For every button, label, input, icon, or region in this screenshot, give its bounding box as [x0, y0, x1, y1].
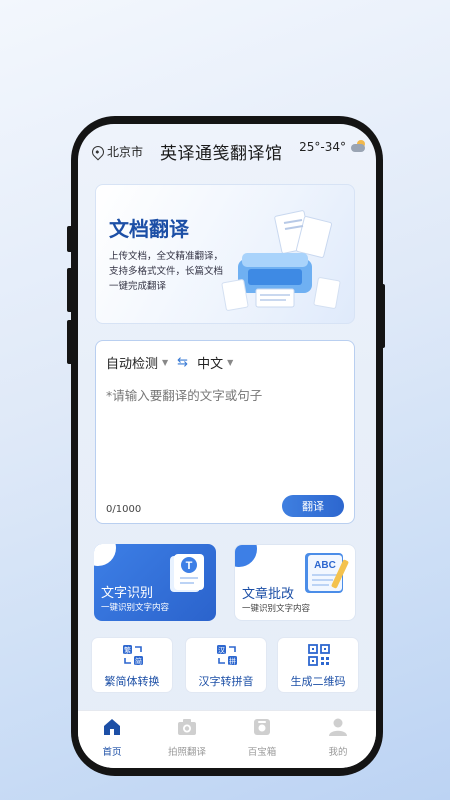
temperature-range: 25°-34° [299, 140, 346, 154]
document-translate-banner[interactable]: 文档翻译 上传文档，全文精准翻译， 支持多格式文件，长篇文档 一键完成翻译 [95, 184, 355, 324]
bottom-tab-bar: 首页 拍照翻译 百宝箱 我的 [78, 710, 376, 768]
tab-label: 百宝箱 [247, 747, 277, 758]
traditional-simplified-convert-tool[interactable]: 繁 简 繁简体转换 [91, 637, 173, 693]
svg-text:简: 简 [135, 657, 142, 666]
banner-desc-line: 一键完成翻译 [109, 281, 167, 292]
tab-label: 首页 [102, 747, 122, 758]
document-printer-illustration [221, 210, 341, 311]
tab-label: 我的 [328, 747, 348, 758]
location-selector[interactable]: 北京市 [89, 143, 144, 160]
essay-card-subtitle: 一键识别文字内容 [242, 604, 311, 614]
phone-button [67, 268, 73, 312]
svg-text:汉: 汉 [218, 647, 225, 655]
character-counter: 0/1000 [106, 504, 142, 515]
banner-desc-line: 支持多格式文件，长篇文档 [109, 266, 224, 277]
tab-label: 拍照翻译 [167, 747, 206, 758]
banner-title: 文档翻译 [109, 217, 189, 241]
svg-text:T: T [186, 560, 193, 572]
user-icon [329, 718, 347, 736]
essay-correction-card[interactable]: ABC 文章批改 一键识别文字内容 [234, 544, 356, 621]
phone-button [379, 284, 385, 348]
toolbox-icon [254, 719, 270, 735]
abc-essay-icon: ABC [305, 553, 349, 593]
svg-text:ABC: ABC [314, 560, 336, 571]
banner-description: 上传文档，全文精准翻译， 支持多格式文件，长篇文档 一键完成翻译 [109, 249, 237, 294]
tab-photo-translate[interactable]: 拍照翻译 [157, 717, 217, 758]
tool-label: 汉字转拼音 [198, 675, 254, 688]
tool-label: 繁简体转换 [104, 675, 160, 688]
decorative-blob [235, 545, 257, 567]
tab-mine[interactable]: 我的 [308, 717, 368, 758]
source-language-select[interactable]: 自动检测 [106, 353, 158, 372]
tab-toolbox[interactable]: 百宝箱 [232, 717, 292, 758]
app-title: 英译通笺翻译馆 [160, 144, 283, 164]
tool-label: 生成二维码 [290, 675, 346, 688]
swap-languages-icon[interactable]: ⇆ [177, 355, 188, 370]
ocr-card-title: 文字识别 [101, 586, 154, 601]
essay-card-title: 文章批改 [242, 587, 295, 602]
top-header: 北京市 英译通笺翻译馆 25°-34° [78, 124, 376, 178]
app-screen: 北京市 英译通笺翻译馆 25°-34° 文档翻译 上传文档，全文精准翻译， 支持… [78, 124, 376, 768]
weather-widget: 25°-34° [299, 140, 366, 154]
target-language-select[interactable]: 中文 [197, 353, 223, 372]
language-selector-row: 自动检测 ▼ ⇆ 中文 ▼ [106, 353, 233, 372]
svg-text:繁: 繁 [124, 646, 131, 655]
chevron-down-icon: ▼ [227, 358, 234, 367]
translate-button[interactable]: 翻译 [282, 495, 344, 517]
ocr-card[interactable]: T 文字识别 一键识别文字内容 [94, 544, 216, 621]
hanzi-pinyin-icon: 汉 拼 [217, 645, 237, 666]
qrcode-icon [308, 644, 330, 666]
phone-button [67, 320, 73, 364]
camera-icon [178, 719, 196, 735]
partly-cloudy-icon [350, 140, 366, 154]
traditional-simplified-icon: 繁 简 [123, 645, 143, 666]
decorative-blob [94, 544, 116, 566]
tab-home[interactable]: 首页 [82, 717, 142, 758]
location-label: 北京市 [107, 145, 144, 159]
home-icon [104, 719, 120, 735]
translate-text-input[interactable]: *请输入要翻译的文字或句子 [106, 385, 262, 404]
banner-desc-line: 上传文档，全文精准翻译， [109, 251, 224, 262]
generate-qrcode-tool[interactable]: 生成二维码 [277, 637, 359, 693]
ocr-t-icon: T [170, 554, 204, 592]
phone-button [67, 226, 73, 252]
location-pin-icon [89, 143, 107, 160]
ocr-card-subtitle: 一键识别文字内容 [101, 603, 170, 613]
hanzi-to-pinyin-tool[interactable]: 汉 拼 汉字转拼音 [185, 637, 267, 693]
svg-text:拼: 拼 [229, 657, 236, 666]
chevron-down-icon: ▼ [162, 358, 169, 367]
translate-input-panel: 自动检测 ▼ ⇆ 中文 ▼ *请输入要翻译的文字或句子 0/1000 翻译 [95, 340, 355, 524]
